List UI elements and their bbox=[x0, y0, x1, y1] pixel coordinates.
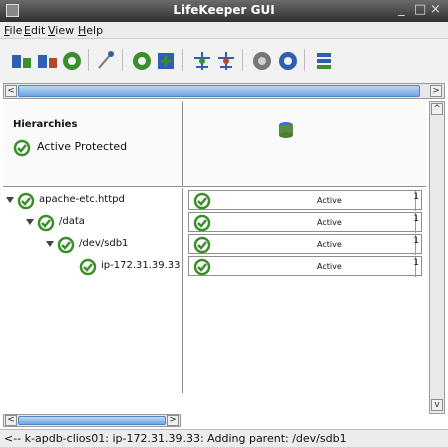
menu-help[interactable]: Help bbox=[78, 24, 103, 37]
menu-edit[interactable]: Edit bbox=[24, 24, 45, 37]
refresh-icon[interactable] bbox=[60, 49, 84, 73]
priority-value: 1 bbox=[413, 214, 419, 224]
disconnect-server-icon[interactable] bbox=[36, 49, 60, 73]
active-check-icon bbox=[193, 214, 211, 232]
status-row[interactable]: Active 1 bbox=[188, 212, 422, 233]
active-check-icon bbox=[37, 214, 55, 232]
active-check-icon bbox=[57, 236, 75, 254]
toolbar bbox=[0, 39, 448, 83]
hierarchy-tree: apache-etc.httpd /data /dev/sdb1 ip-172.… bbox=[3, 188, 183, 393]
scroll-left-arrow[interactable]: < bbox=[5, 415, 17, 426]
window-title: LifeKeeper GUI bbox=[173, 3, 275, 17]
status-row[interactable]: Active 1 bbox=[188, 234, 422, 255]
extend-resource-icon[interactable] bbox=[190, 49, 214, 73]
menu-view[interactable]: View bbox=[48, 24, 74, 37]
bottom-horizontal-scrollbar[interactable]: < > bbox=[3, 414, 181, 427]
create-resource-icon[interactable] bbox=[154, 49, 178, 73]
menu-file[interactable]: File bbox=[4, 24, 22, 37]
status-bar: <-- k-apdb-clios01: ip-172.31.39.33: Add… bbox=[0, 429, 448, 447]
tree-label: ip-172.31.39.33 bbox=[101, 260, 181, 271]
status-row[interactable]: Active 1 bbox=[188, 190, 422, 211]
expand-triangle-icon[interactable] bbox=[26, 219, 34, 225]
server-properties-icon[interactable] bbox=[130, 49, 154, 73]
toolbar-separator bbox=[88, 49, 89, 71]
active-protected-legend: Active Protected bbox=[13, 139, 127, 160]
active-check-icon bbox=[79, 258, 97, 276]
tree-label: /data bbox=[59, 216, 85, 227]
toolbar-separator bbox=[182, 49, 183, 71]
server-column-header bbox=[183, 101, 426, 187]
toolbar-separator bbox=[242, 49, 243, 71]
active-check-icon bbox=[17, 192, 35, 210]
tree-label: apache-etc.httpd bbox=[39, 194, 125, 205]
priority-value: 1 bbox=[413, 258, 419, 268]
expand-triangle-icon[interactable] bbox=[46, 241, 54, 247]
scroll-left-arrow[interactable]: < bbox=[5, 85, 17, 97]
out-of-service-icon[interactable] bbox=[276, 49, 300, 73]
scroll-thumb[interactable] bbox=[18, 85, 420, 97]
status-message: <-- k-apdb-clios01: ip-172.31.39.33: Add… bbox=[4, 432, 347, 445]
hierarchies-panel: Hierarchies Active Protected bbox=[3, 101, 183, 187]
status-text: Active bbox=[317, 262, 342, 271]
close-button[interactable]: × bbox=[430, 2, 441, 17]
scroll-right-arrow[interactable]: > bbox=[167, 415, 179, 426]
vertical-scrollbar[interactable]: ^ v bbox=[429, 101, 445, 414]
scroll-down-arrow[interactable]: v bbox=[431, 399, 443, 411]
active-protected-label: Active Protected bbox=[37, 140, 128, 153]
minimize-button[interactable]: _ bbox=[398, 2, 405, 17]
status-text: Active bbox=[317, 218, 342, 227]
unextend-resource-icon[interactable] bbox=[214, 49, 238, 73]
top-horizontal-scrollbar[interactable]: < > bbox=[3, 83, 445, 99]
server-database-icon bbox=[279, 122, 293, 138]
active-check-icon bbox=[193, 236, 211, 254]
active-check-icon bbox=[193, 258, 211, 276]
hierarchies-heading: Hierarchies bbox=[13, 119, 78, 130]
title-bar: LifeKeeper GUI _ □ × bbox=[0, 0, 448, 22]
tree-label: /dev/sdb1 bbox=[79, 238, 129, 249]
maximize-button[interactable]: □ bbox=[414, 2, 426, 17]
status-text: Active bbox=[317, 196, 342, 205]
expand-triangle-icon[interactable] bbox=[6, 197, 14, 203]
scroll-up-arrow[interactable]: ^ bbox=[431, 103, 443, 115]
toolbar-separator bbox=[304, 49, 305, 71]
connect-server-icon[interactable] bbox=[10, 49, 34, 73]
active-check-icon bbox=[193, 192, 211, 210]
server-list-icon[interactable] bbox=[312, 49, 336, 73]
scroll-thumb[interactable] bbox=[18, 416, 166, 425]
server-status-column: Active 1 Active 1 Active 1 Active 1 bbox=[184, 188, 426, 393]
active-check-icon bbox=[13, 139, 31, 157]
priority-value: 1 bbox=[413, 236, 419, 246]
status-text: Active bbox=[317, 240, 342, 249]
menu-bar: File Edit View Help bbox=[0, 22, 448, 39]
wizard-icon[interactable] bbox=[94, 49, 118, 73]
status-row[interactable]: Active 1 bbox=[188, 256, 422, 277]
toolbar-separator bbox=[122, 49, 123, 71]
in-service-icon[interactable] bbox=[250, 49, 274, 73]
scroll-right-arrow[interactable]: > bbox=[430, 85, 442, 97]
priority-value: 1 bbox=[413, 192, 419, 202]
